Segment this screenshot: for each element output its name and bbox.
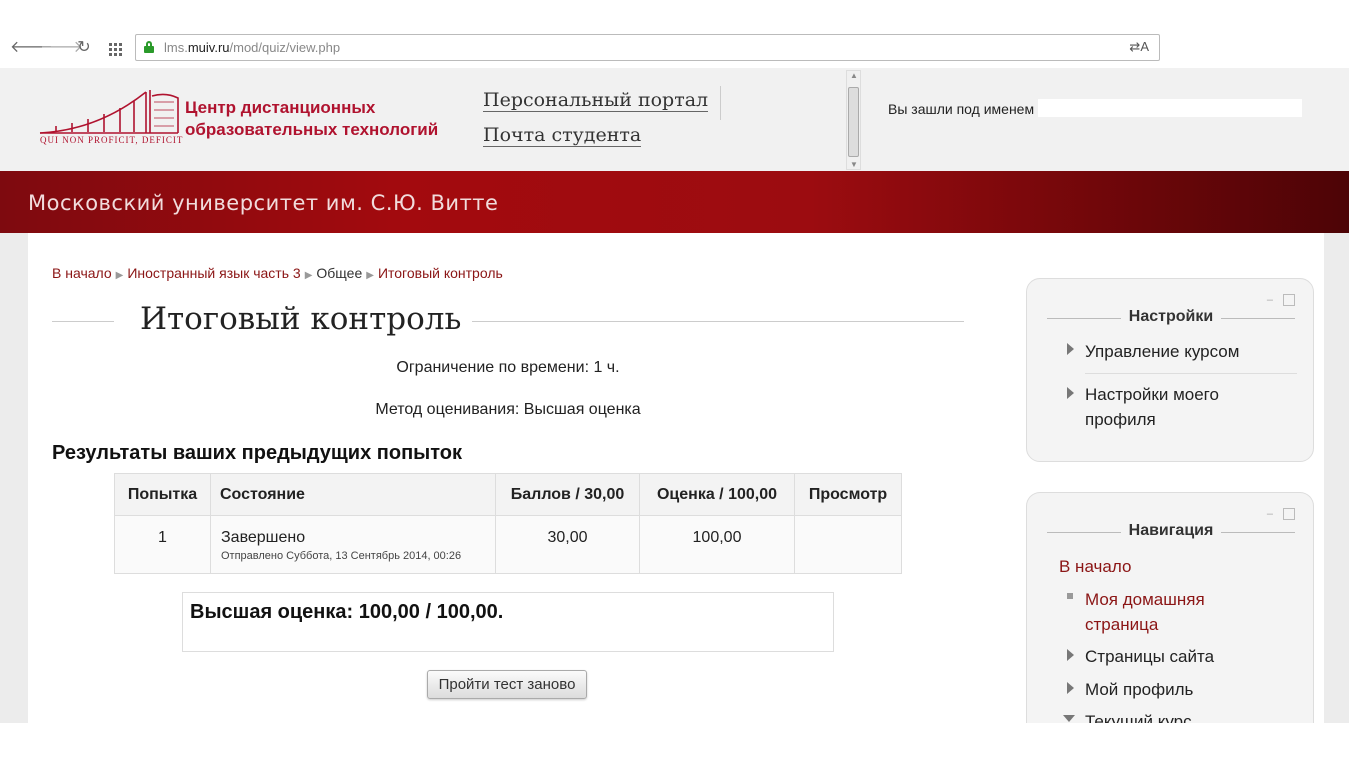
tree-item-course-admin[interactable]: Управление курсом — [1085, 339, 1239, 364]
breadcrumb-current[interactable]: Итоговый контроль — [378, 265, 503, 281]
dock-icon[interactable] — [1283, 508, 1295, 521]
cell-state: Завершено Отправлено Суббота, 13 Сентябр… — [210, 515, 496, 574]
expand-arrow-icon[interactable] — [1067, 343, 1074, 355]
time-limit: Ограничение по времени: 1 ч. — [396, 359, 620, 376]
column-header-state: Состояние — [210, 473, 496, 516]
settings-block: – Настройки Управление курсом Настройки … — [1026, 278, 1314, 462]
divider — [1085, 373, 1297, 374]
page-title-wrap: Итоговый контроль — [52, 301, 964, 341]
site-logo[interactable]: Центр дистанционных образовательных техн… — [38, 90, 458, 150]
main-content: В начало ▶ Иностранный язык часть 3 ▶ Общее ▶… — [28, 233, 1324, 732]
table-header-row: Попытка Состояние Баллов / 30,00 Оценка … — [114, 473, 902, 516]
breadcrumb-separator-icon: ▶ — [304, 270, 313, 281]
cell-grade: 100,00 — [639, 515, 795, 574]
breadcrumb-section: Общее — [316, 265, 363, 281]
attempt-state: Завершено — [221, 529, 306, 546]
reload-icon[interactable]: ↻ — [74, 38, 94, 58]
block-header: Навигация — [1047, 521, 1295, 541]
block-controls: – — [1267, 294, 1295, 307]
breadcrumb-home[interactable]: В начало — [52, 265, 112, 281]
nav-home-link[interactable]: В начало — [1059, 554, 1131, 579]
column-header-review: Просмотр — [794, 473, 902, 516]
scrollbar-thumb[interactable] — [848, 87, 859, 157]
browser-toolbar: 🡐 🡒 ↻ lms.muiv.ru/mod/quiz/view.php ⇄A — [0, 30, 1160, 66]
nav-my-profile[interactable]: Мой профиль — [1085, 677, 1193, 702]
bullet-icon — [1067, 593, 1073, 599]
block-controls: – — [1267, 508, 1295, 521]
back-icon[interactable]: 🡐 — [10, 38, 53, 58]
translate-icon[interactable]: ⇄A — [1129, 39, 1149, 55]
scroll-down-icon[interactable]: ▼ — [850, 160, 858, 169]
logo-title: Центр дистанционных образовательных техн… — [185, 98, 439, 139]
lock-icon — [144, 41, 154, 53]
column-header-grade: Оценка / 100,00 — [639, 473, 795, 516]
navigation-block: – Навигация В начало Моя домашняя страни… — [1026, 492, 1314, 732]
viewport-bottom — [0, 723, 1366, 768]
attempts-table: Попытка Состояние Баллов / 30,00 Оценка … — [114, 473, 902, 574]
collapse-arrow-icon[interactable] — [1063, 715, 1075, 722]
column-header-attempt: Попытка — [114, 473, 211, 516]
column-header-marks: Баллов / 30,00 — [495, 473, 640, 516]
breadcrumb-separator-icon: ▶ — [366, 270, 374, 281]
dock-icon[interactable] — [1283, 294, 1295, 307]
breadcrumb-course[interactable]: Иностранный язык часть 3 — [127, 265, 300, 281]
header-divider — [720, 86, 721, 120]
tree-item-profile-settings[interactable]: Настройки моего профиля — [1085, 382, 1219, 432]
expand-arrow-icon[interactable] — [1067, 682, 1074, 694]
cell-review — [794, 515, 902, 574]
best-grade: Высшая оценка: 100,00 / 100,00. — [190, 601, 504, 623]
scroll-up-icon[interactable]: ▲ — [850, 71, 858, 80]
title-rule — [472, 321, 964, 322]
attempts-heading: Результаты ваших предыдущих попыток — [52, 442, 462, 464]
minimize-icon[interactable]: – — [1267, 508, 1273, 520]
site-header: Центр дистанционных образовательных техн… — [0, 68, 1349, 171]
university-title: Московский университет им. С.Ю. Витте — [28, 191, 499, 215]
attempt-submitted: Отправлено Суббота, 13 Сентябрь 2014, 00… — [221, 550, 462, 562]
expand-arrow-icon[interactable] — [1067, 649, 1074, 661]
university-banner: Московский университет им. С.Ю. Витте — [0, 171, 1349, 233]
reattempt-quiz-button[interactable]: Пройти тест заново — [427, 670, 587, 699]
cell-attempt: 1 — [114, 515, 211, 574]
forward-icon[interactable]: 🡒 — [40, 38, 83, 58]
best-grade-box: Высшая оценка: 100,00 / 100,00. — [182, 592, 834, 652]
breadcrumb-separator-icon: ▶ — [115, 270, 124, 281]
block-header: Настройки — [1047, 307, 1295, 327]
login-info: Вы зашли под именем — [888, 101, 1035, 117]
logo-motto: QUI NON PROFICIT, DEFICIT — [40, 135, 184, 145]
settings-title: Настройки — [1128, 308, 1214, 325]
nav-my-home-link[interactable]: Моя домашняя страница — [1085, 587, 1205, 637]
url-text[interactable]: lms.muiv.ru/mod/quiz/view.php — [164, 40, 340, 55]
nav-site-pages[interactable]: Страницы сайта — [1085, 644, 1214, 669]
expand-arrow-icon[interactable] — [1067, 387, 1074, 399]
navigation-title: Навигация — [1128, 522, 1214, 539]
address-bar[interactable]: lms.muiv.ru/mod/quiz/view.php ⇄A — [135, 34, 1160, 61]
apps-grid-icon[interactable] — [106, 38, 126, 58]
student-mail-link[interactable]: Почта студента — [483, 124, 642, 147]
grading-method: Метод оценивания: Высшая оценка — [375, 401, 641, 418]
minimize-icon[interactable]: – — [1267, 294, 1273, 306]
title-rule — [52, 321, 114, 322]
cell-marks: 30,00 — [495, 515, 640, 574]
login-username[interactable] — [1038, 99, 1302, 117]
breadcrumb: В начало ▶ Иностранный язык часть 3 ▶ Общее ▶… — [52, 265, 503, 281]
personal-portal-link[interactable]: Персональный портал — [483, 89, 709, 112]
page-title: Итоговый контроль — [140, 301, 462, 337]
portal-links: Персональный портал Почта студента — [483, 89, 709, 159]
header-scrollbar[interactable]: ▲ ▼ — [846, 70, 861, 170]
table-row: 1 Завершено Отправлено Суббота, 13 Сентя… — [114, 515, 902, 574]
